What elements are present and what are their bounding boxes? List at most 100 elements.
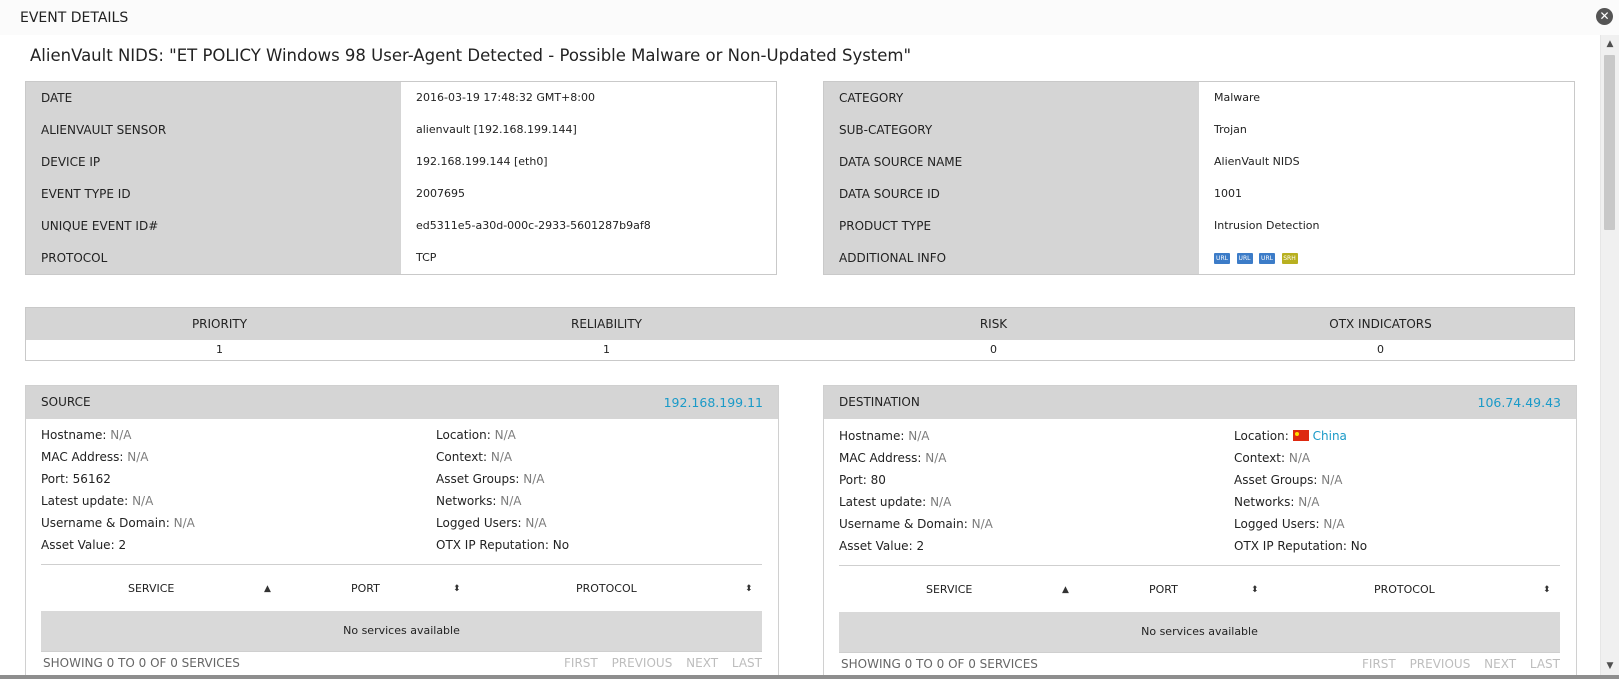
field-value: N/A (925, 451, 947, 465)
vertical-scrollbar[interactable]: ▲ ▼ (1600, 35, 1619, 675)
pager-previous[interactable]: PREVIOUS (1410, 657, 1471, 671)
metrics-value-row: 1 1 0 0 (26, 340, 1574, 360)
pager-next[interactable]: NEXT (686, 656, 718, 670)
source-ip-link[interactable]: 192.168.199.11 (664, 386, 763, 419)
destination-services-empty: No services available (839, 612, 1560, 652)
field-value: N/A (173, 516, 195, 530)
field-value: 2 (916, 539, 925, 553)
pager-last[interactable]: LAST (1530, 657, 1560, 671)
col-service[interactable]: SERVICE (128, 567, 174, 611)
pager-first[interactable]: FIRST (564, 656, 598, 670)
scroll-down-arrow-icon[interactable]: ▼ (1601, 659, 1619, 673)
pager-previous[interactable]: PREVIOUS (612, 656, 673, 670)
source-latest-update: Latest update: N/A (41, 494, 153, 508)
services-count: SHOWING 0 TO 0 OF 0 SERVICES (841, 657, 1038, 671)
field-value: N/A (490, 450, 513, 464)
pagination: FIRST PREVIOUS NEXT LAST (554, 656, 762, 670)
divider (41, 651, 762, 652)
sort-icon[interactable]: ⬍ (745, 567, 753, 611)
field-label: Networks: (436, 494, 497, 508)
field-label: OTX IP Reputation: (1234, 539, 1347, 553)
detail-key: ADDITIONAL INFO (824, 242, 1199, 274)
metric-value-risk: 0 (990, 343, 997, 356)
url-badge-icon[interactable]: URL (1236, 252, 1253, 264)
pager-last[interactable]: LAST (732, 656, 762, 670)
source-otx-reputation: OTX IP Reputation: No (436, 538, 569, 552)
destination-panel: DESTINATION 106.74.49.43 Hostname: N/A M… (823, 385, 1577, 675)
bottom-border (0, 675, 1619, 679)
destination-mac: MAC Address: N/A (839, 451, 946, 465)
url-badge-icon[interactable]: URL (1259, 252, 1275, 264)
col-protocol[interactable]: PROTOCOL (576, 567, 637, 611)
scrollbar-thumb[interactable] (1604, 55, 1615, 230)
destination-context: Context: N/A (1234, 451, 1310, 465)
metrics-header-row: PRIORITY RELIABILITY RISK OTX INDICATORS (26, 308, 1574, 340)
url-badge-icon[interactable]: URL (1214, 252, 1230, 264)
field-label: Username & Domain: (41, 516, 170, 530)
location-link[interactable]: China (1313, 429, 1347, 443)
detail-row-additional-info: ADDITIONAL INFO URL URL URL SRH (824, 242, 1574, 274)
detail-key: PROTOCOL (26, 242, 401, 274)
metric-value-priority: 1 (216, 343, 223, 356)
field-value: N/A (971, 517, 993, 531)
detail-key: DATA SOURCE NAME (824, 146, 1199, 178)
field-label: MAC Address: (41, 450, 124, 464)
field-label: Username & Domain: (839, 517, 968, 531)
col-service[interactable]: SERVICE (926, 568, 972, 612)
field-value: N/A (1298, 495, 1320, 509)
source-location: Location: N/A (436, 428, 516, 442)
destination-networks: Networks: N/A (1234, 495, 1319, 509)
detail-value: 1001 (1214, 187, 1242, 200)
source-networks: Networks: N/A (436, 494, 521, 508)
field-label: Asset Groups: (436, 472, 520, 486)
field-value: N/A (500, 494, 522, 508)
detail-key: UNIQUE EVENT ID# (26, 210, 401, 242)
sort-asc-icon[interactable]: ▲ (264, 567, 271, 611)
destination-asset-groups: Asset Groups: N/A (1234, 473, 1343, 487)
sort-icon[interactable]: ⬍ (1543, 568, 1551, 612)
destination-latest-update: Latest update: N/A (839, 495, 951, 509)
detail-row-date: DATE 2016-03-19 17:48:32 GMT+8:00 (26, 82, 776, 114)
source-username-domain: Username & Domain: N/A (41, 516, 195, 530)
detail-key: ALIENVAULT SENSOR (26, 114, 401, 146)
scroll-up-arrow-icon[interactable]: ▲ (1601, 37, 1619, 51)
source-asset-value: Asset Value: 2 (41, 538, 126, 552)
detail-value: Trojan (1214, 123, 1247, 136)
sort-icon[interactable]: ⬍ (453, 567, 461, 611)
detail-key: PRODUCT TYPE (824, 210, 1199, 242)
detail-value: alienvault [192.168.199.144] (416, 123, 577, 136)
col-protocol[interactable]: PROTOCOL (1374, 568, 1435, 612)
field-value: N/A (127, 450, 149, 464)
detail-key: DATA SOURCE ID (824, 178, 1199, 210)
col-port[interactable]: PORT (1149, 568, 1178, 612)
sort-asc-icon[interactable]: ▲ (1062, 568, 1069, 612)
destination-title: DESTINATION (839, 395, 920, 409)
detail-value: AlienVault NIDS (1214, 155, 1300, 168)
field-label: Asset Value: (839, 539, 913, 553)
modal-header: EVENT DETAILS ✕ (0, 0, 1619, 35)
source-port: Port: 56162 (41, 472, 111, 486)
field-label: Networks: (1234, 495, 1295, 509)
pager-next[interactable]: NEXT (1484, 657, 1516, 671)
divider (839, 565, 1560, 566)
metric-header-otx-indicators: OTX INDICATORS (1329, 317, 1432, 331)
col-port[interactable]: PORT (351, 567, 380, 611)
source-hostname: Hostname: N/A (41, 428, 131, 442)
field-label: Port: (41, 472, 69, 486)
modal-title: EVENT DETAILS (20, 10, 129, 26)
field-label: Context: (1234, 451, 1286, 465)
search-badge-icon[interactable]: SRH (1281, 252, 1298, 264)
detail-key: DEVICE IP (26, 146, 401, 178)
detail-key: DATE (26, 82, 401, 114)
detail-value: Intrusion Detection (1214, 219, 1320, 232)
field-value: N/A (908, 429, 930, 443)
destination-ip-link[interactable]: 106.74.49.43 (1478, 386, 1562, 419)
sort-icon[interactable]: ⬍ (1251, 568, 1259, 612)
source-panel-header: SOURCE 192.168.199.11 (26, 386, 778, 419)
field-value: N/A (523, 472, 545, 486)
additional-info-badges: URL URL URL SRH (1214, 242, 1301, 274)
source-title: SOURCE (41, 395, 91, 409)
services-count: SHOWING 0 TO 0 OF 0 SERVICES (43, 656, 240, 670)
close-icon[interactable]: ✕ (1596, 8, 1613, 25)
pager-first[interactable]: FIRST (1362, 657, 1396, 671)
